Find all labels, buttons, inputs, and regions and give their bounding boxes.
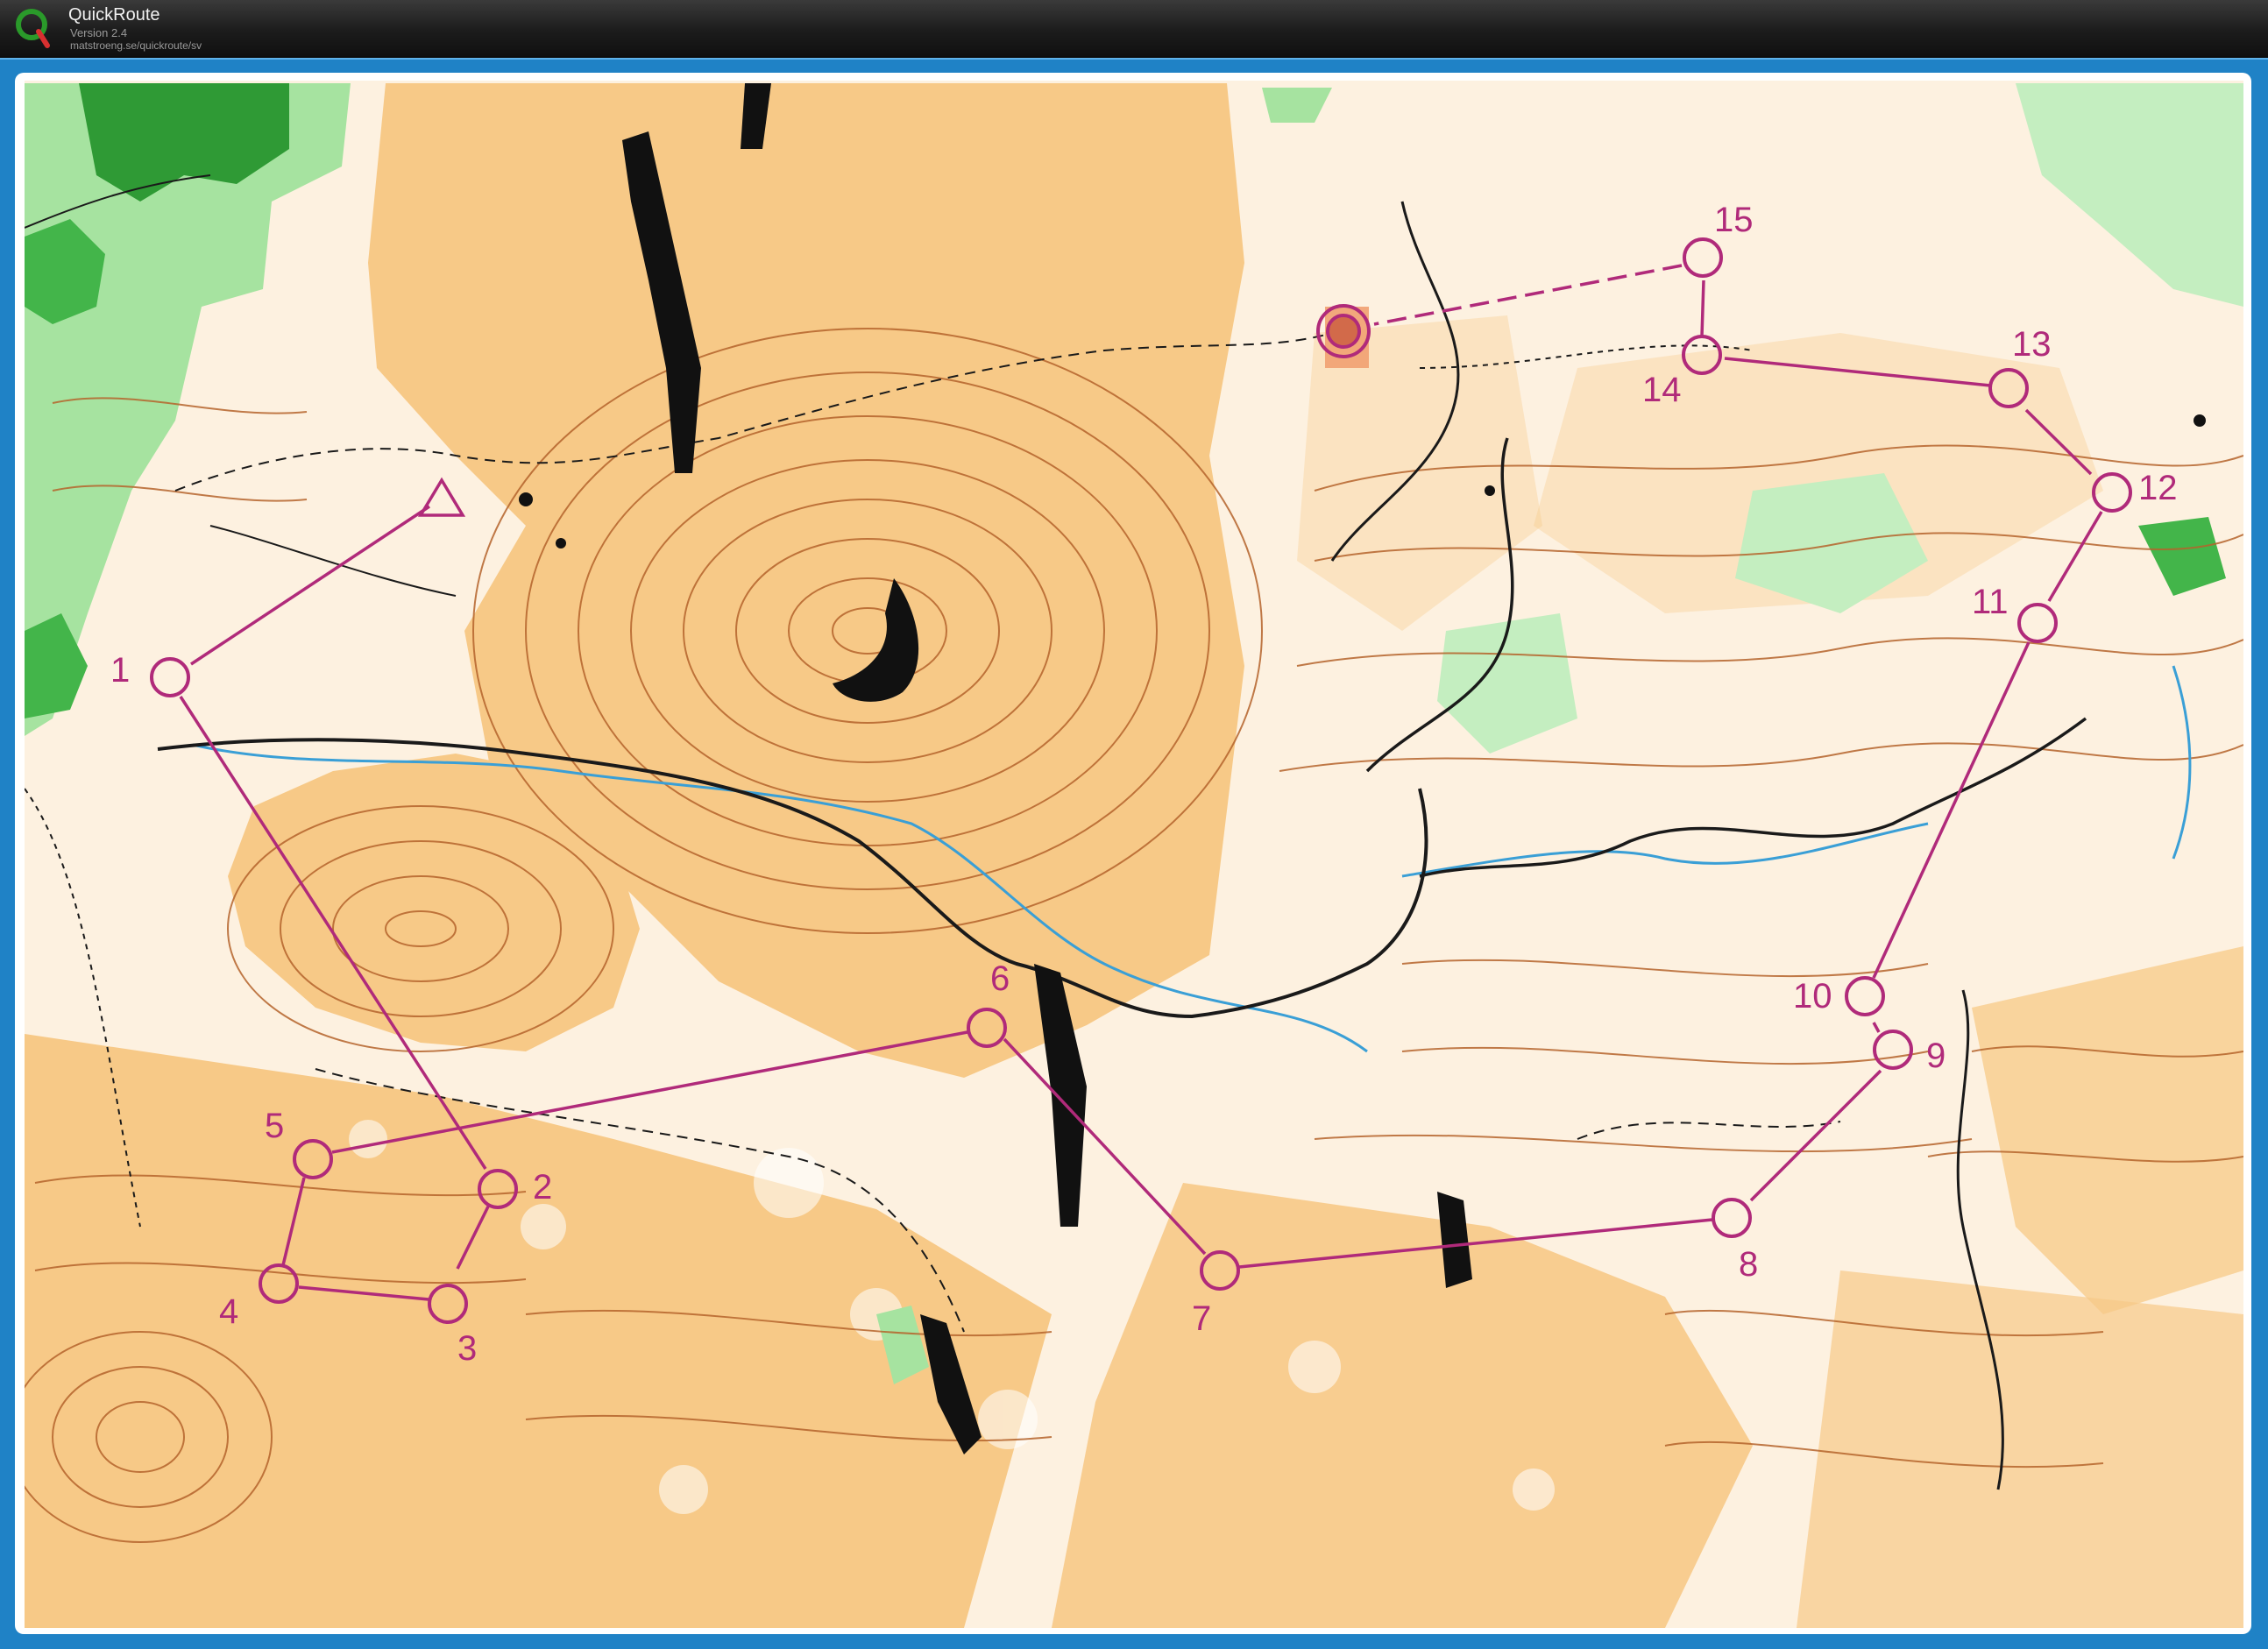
control-number-12: 12 — [2138, 469, 2178, 507]
quickroute-logo-icon — [16, 9, 50, 48]
control-number-5: 5 — [265, 1107, 284, 1145]
control-number-2: 2 — [533, 1168, 552, 1207]
control-number-13: 13 — [2012, 325, 2052, 364]
control-number-10: 10 — [1793, 977, 1832, 1016]
title-bar: QuickRoute Version 2.4 matstroeng.se/qui… — [0, 0, 2268, 56]
orienteering-map[interactable]: 1 2 3 4 5 6 7 8 9 10 11 12 13 14 15 — [25, 81, 2243, 1628]
app-name: QuickRoute — [68, 5, 160, 25]
app-version: Version 2.4 — [70, 26, 128, 39]
control-number-8: 8 — [1739, 1245, 1758, 1284]
control-number-3: 3 — [457, 1329, 477, 1368]
control-number-6: 6 — [990, 959, 1010, 998]
control-number-11: 11 — [1972, 583, 2009, 621]
control-number-7: 7 — [1192, 1299, 1211, 1338]
app-url: matstroeng.se/quickroute/sv — [70, 39, 202, 52]
finish-circle-icon[interactable] — [1316, 304, 1371, 368]
control-number-9: 9 — [1926, 1037, 1946, 1075]
control-number-15: 15 — [1714, 201, 1754, 239]
leg-14-15 — [1700, 280, 1705, 337]
control-number-4: 4 — [219, 1292, 238, 1331]
control-number-14: 14 — [1642, 371, 1682, 409]
control-number-1: 1 — [110, 651, 130, 690]
